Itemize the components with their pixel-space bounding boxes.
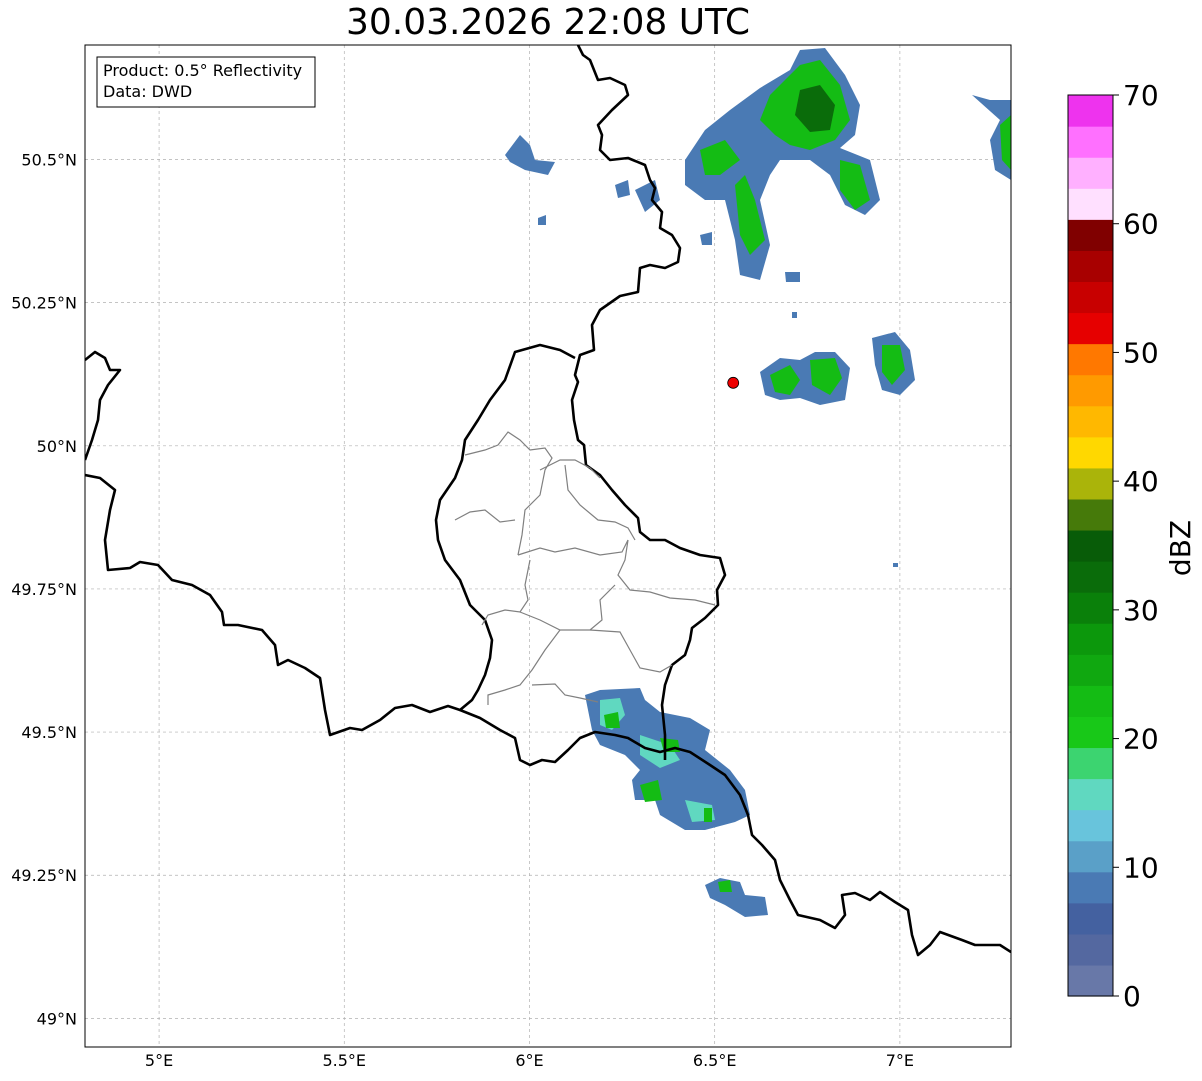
colorbar-segment [1068,188,1113,220]
colorbar-tick-label: 10 [1123,851,1159,884]
colorbar-segment [1068,685,1113,717]
colorbar-tick-labels: 0 10 20 30 40 50 60 70 [1113,79,1159,1013]
radar-site-marker [727,376,740,389]
colorbar-tick-label: 60 [1123,208,1159,241]
border-lu-fr-de [459,708,1011,957]
colorbar-segment [1068,809,1113,842]
colorbar-tick-label: 30 [1123,594,1159,627]
lon-tick-label: 5.5°E [322,1051,366,1070]
colorbar-segment [1068,529,1113,562]
lon-tick-label: 5°E [145,1051,173,1070]
border-be-lu-fr [85,343,576,737]
colorbar-segment [1068,964,1113,997]
colorbar [1067,94,1114,997]
colorbar-segment [1068,467,1113,500]
radar-echoes [505,48,1011,917]
colorbar-segment [1068,561,1113,593]
colorbar-segment [1068,312,1113,345]
lat-tick-label: 50.25°N [11,294,77,313]
colorbar-segment [1068,343,1113,376]
colorbar-segment [1068,281,1113,314]
colorbar-segment [1068,871,1113,904]
colorbar-segment [1068,654,1113,686]
colorbar-segment [1068,157,1113,189]
colorbar-tick-label: 70 [1123,79,1159,112]
colorbar-segment [1068,623,1113,655]
colorbar-segment [1068,405,1113,438]
radar-echo-small-a [505,135,555,175]
colorbar-segment [1068,498,1113,531]
info-product: Product: 0.5° Reflectivity [103,61,302,80]
border-nw-fr-be [85,350,122,461]
lon-tick-label: 6°E [515,1051,543,1070]
lat-tick-label: 50.5°N [21,151,77,170]
info-data-source: Data: DWD [103,82,192,101]
lat-tick-label: 49.25°N [11,866,77,885]
colorbar-segment [1068,902,1113,935]
lon-tick-label: 7°E [886,1051,914,1070]
colorbar-segment [1068,592,1113,624]
latitude-labels: 50.5°N 50.25°N 50°N 49.75°N 49.5°N 49.25°N 49°… [11,151,77,1029]
colorbar-segment [1068,436,1113,469]
colorbar-segment [1068,747,1113,780]
colorbar-segment [1068,219,1113,251]
info-box: Product: 0.5° Reflectivity Data: DWD [96,56,316,108]
colorbar-label: dBZ [1164,520,1197,576]
colorbar-segment [1068,716,1113,749]
colorbar-segment [1068,374,1113,407]
colorbar-segment [1068,95,1113,127]
colorbar-tick-label: 40 [1123,465,1159,498]
lat-tick-label: 49.75°N [11,580,77,599]
colorbar-segment [1068,933,1113,966]
colorbar-segment [1068,840,1113,873]
colorbar-segment [1068,250,1113,283]
radar-echo-south-small-core [718,880,732,892]
colorbar-segment [1068,126,1113,158]
lon-tick-label: 6.5°E [693,1051,737,1070]
colorbar-tick-label: 20 [1123,723,1159,756]
lat-tick-label: 49°N [37,1009,77,1028]
regional-borders [454,431,716,705]
colorbar-tick-label: 50 [1123,336,1159,369]
colorbar-tick-label: 0 [1123,980,1141,1013]
lat-tick-label: 50°N [37,437,77,456]
colorbar-segment [1068,778,1113,811]
longitude-labels: 5°E 5.5°E 6°E 6.5°E 7°E [145,1051,914,1070]
lat-tick-label: 49.5°N [21,723,77,742]
